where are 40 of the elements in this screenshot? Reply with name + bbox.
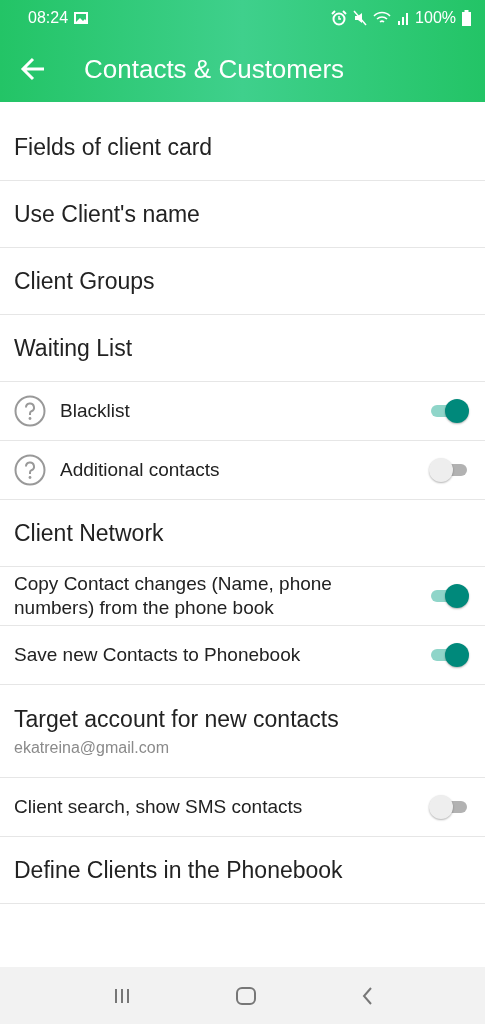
setting-label: Use Client's name	[14, 200, 201, 228]
help-icon[interactable]	[14, 395, 46, 427]
recent-apps-icon[interactable]	[112, 987, 131, 1004]
setting-label: Waiting List	[14, 334, 134, 362]
setting-label: Additional contacts	[60, 458, 221, 482]
setting-label: Define Clients in the Phonebook	[14, 856, 344, 884]
image-icon	[74, 12, 89, 24]
toggle-switch[interactable]	[429, 642, 469, 668]
settings-item[interactable]: Define Clients in the Phonebook	[0, 837, 485, 904]
status-time: 08:24	[28, 9, 69, 27]
battery-percent: 100%	[415, 9, 456, 27]
home-icon[interactable]	[235, 986, 256, 1005]
mute-icon	[353, 10, 368, 26]
toggle-switch[interactable]	[429, 398, 469, 424]
screen-title: Contacts & Customers	[84, 53, 345, 85]
settings-item[interactable]: Target account for new contacts ekatreina@gmail.com	[0, 685, 485, 778]
settings-item[interactable]: Client Network	[0, 500, 485, 567]
wifi-icon	[373, 11, 392, 25]
setting-label: Save new Contacts to Phonebook	[14, 643, 302, 667]
setting-label: Client Groups	[14, 267, 156, 295]
toggle-switch[interactable]	[429, 794, 469, 820]
setting-label: Copy Contact changes (Name, phone numbers) from the phone book	[14, 572, 333, 620]
back-icon[interactable]	[360, 986, 373, 1005]
alarm-icon	[331, 10, 348, 26]
setting-label: Blacklist	[60, 399, 131, 423]
back-arrow-icon[interactable]	[20, 57, 46, 81]
settings-item[interactable]: Use Client's name	[0, 181, 485, 248]
setting-label: Target account for new contacts	[14, 705, 340, 733]
toggle-switch[interactable]	[429, 583, 469, 609]
settings-item[interactable]: Waiting List	[0, 315, 485, 382]
setting-label: Client search, show SMS contacts	[14, 795, 304, 819]
toggle-switch[interactable]	[429, 457, 469, 483]
setting-subtitle: ekatreina@gmail.com	[14, 738, 170, 757]
battery-icon	[462, 10, 471, 26]
signal-icon	[397, 11, 410, 25]
help-icon[interactable]	[14, 454, 46, 486]
setting-label: Client Network	[14, 519, 165, 547]
setting-label: Fields of client card	[14, 133, 214, 161]
settings-item[interactable]: Client Groups	[0, 248, 485, 315]
settings-item[interactable]: Fields of client card	[0, 114, 485, 181]
